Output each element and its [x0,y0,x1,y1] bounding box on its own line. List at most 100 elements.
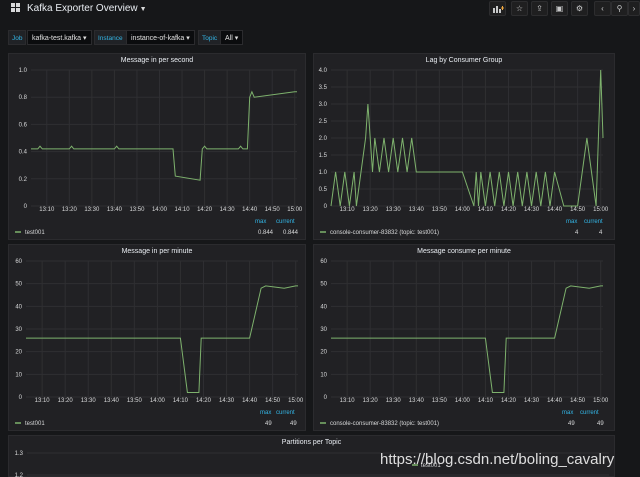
x-tick-label: 14:00 [150,398,166,404]
y-tick-label: 1.0 [319,170,328,176]
chevron-down-icon: ▾ [186,35,190,42]
legend-series-name[interactable]: test001 [25,421,45,427]
x-tick-label: 14:20 [197,207,213,213]
legend-max-value: 4 [575,230,579,236]
job-variable-label: Job [8,30,27,45]
dashboard-title[interactable]: Kafka Exporter Overview ▼ [27,3,147,14]
y-tick-label: 50 [320,282,327,288]
x-tick-label: 13:10 [340,398,356,404]
legend-max-header[interactable]: max [566,219,577,225]
y-tick-label: 0 [324,204,328,210]
chart-message-consume-per-minute: 0 10 20 30 40 50 60 13:10 13:20 13:30 13:40 13:50 14… [320,259,609,427]
y-tick-label: 3.0 [319,102,328,108]
legend-max-header[interactable]: max [260,410,271,416]
x-tick-label: 15:00 [287,207,303,213]
x-tick-label: 14:20 [501,398,517,404]
y-tick-label: 50 [15,282,22,288]
y-tick-label: 1.5 [319,153,328,159]
y-tick-label: 10 [15,372,22,378]
legend-max-header[interactable]: max [562,410,573,416]
x-tick-label: 14:30 [524,207,540,213]
instance-variable-value: instance-of-kafka [131,35,185,42]
y-tick-label: 0 [19,395,23,401]
legend-current-value: 0.844 [283,230,299,236]
job-variable-select[interactable]: kafka-test.kafka ▾ [27,30,92,45]
legend-current-value: 49 [597,421,604,427]
forward-icon: › [632,4,636,13]
y-tick-label: 0 [24,204,28,210]
y-tick-label: 40 [320,304,327,310]
add-panel-button[interactable] [489,1,506,16]
chart-lag-by-consumer-group: 0 0.5 1.0 1.5 2.0 2.5 3.0 3.5 4.0 13:10 13:20 13:30… [319,68,609,236]
panel-message-in-per-minute[interactable]: Message in per minute 0 10 20 30 40 50 60 13:10… [8,244,306,431]
chart-message-in-per-minute: 0 10 20 30 40 50 60 13:10 13:20 13:30 13:40 13:50 14… [15,259,304,427]
dashboards-grid-icon[interactable] [11,3,21,13]
legend-current-header[interactable]: current [584,219,603,225]
x-tick-label: 14:50 [265,398,281,404]
y-tick-label: 60 [15,259,22,265]
x-tick-label: 13:30 [386,398,402,404]
y-tick-label: 20 [320,350,327,356]
zoom-out-icon: ⚲ [616,4,623,13]
zoom-out-button[interactable]: ⚲ [611,1,628,16]
legend-max-header[interactable]: max [255,219,266,225]
chevron-down-icon: ▾ [234,35,239,42]
x-tick-label: 13:50 [432,398,448,404]
x-tick-label: 13:30 [84,207,100,213]
series-line [331,285,603,393]
y-tick-label: 0.5 [319,187,328,193]
top-navbar: Kafka Exporter Overview ▼ ☆ ⇪ ▣ ⚙ ‹ ⚲ › [0,0,640,20]
y-tick-label: 0.6 [19,122,28,128]
x-tick-label: 13:20 [62,207,78,213]
y-tick-label: 0.2 [19,177,28,183]
x-tick-label: 14:40 [547,207,563,213]
time-back-button[interactable]: ‹ [594,1,611,16]
settings-icon: ⚙ [575,4,584,13]
x-tick-label: 14:50 [570,207,586,213]
add-panel-icon [493,6,504,13]
panel-lag-by-consumer-group[interactable]: Lag by Consumer Group 0 0.5 1.0 1.5 2.0 2.5 3.… [313,53,615,240]
save-button[interactable]: ▣ [551,1,568,16]
x-tick-label: 13:40 [104,398,120,404]
x-tick-label: 14:40 [242,207,258,213]
y-tick-label: 30 [320,327,327,333]
legend-series-name[interactable]: console-consumer-83832 (topic: test001) [330,421,439,427]
legend-max-value: 0.844 [258,230,274,236]
instance-variable-select[interactable]: instance-of-kafka ▾ [126,30,195,45]
legend-series-name[interactable]: console-consumer-83832 (topic: test001) [330,230,439,236]
share-icon: ⇪ [536,4,543,13]
x-tick-label: 15:00 [288,398,304,404]
legend-current-header[interactable]: current [276,219,295,225]
legend-current-value: 4 [599,230,603,236]
y-tick-label: 1.0 [19,68,28,74]
chevron-down-icon: ▼ [139,6,147,13]
watermark-text: https://blog.csdn.net/boling_cavalry [380,451,615,468]
series-line [26,285,298,393]
y-tick-label: 20 [15,350,22,356]
x-tick-label: 14:50 [570,398,586,404]
x-tick-label: 14:00 [152,207,168,213]
panel-message-consume-per-minute[interactable]: Message consume per minute 0 10 20 30 40 50 60… [313,244,615,431]
star-button[interactable]: ☆ [511,1,528,16]
legend-current-header[interactable]: current [276,410,295,416]
legend-current-header[interactable]: current [580,410,599,416]
series-line [31,90,297,181]
y-tick-label: 4.0 [319,68,328,74]
topic-variable-select[interactable]: All ▾ [220,30,244,45]
topic-variable-label: Topic [198,30,222,45]
panel-message-in-per-second[interactable]: Message in per second 0 0.2 0.4 0.6 0.8 1.0 13… [8,53,306,240]
save-icon: ▣ [555,4,564,13]
legend-series-name[interactable]: test001 [25,230,45,236]
x-tick-label: 15:00 [593,398,609,404]
x-tick-label: 13:30 [386,207,402,213]
share-button[interactable]: ⇪ [531,1,548,16]
x-tick-label: 14:10 [478,398,494,404]
settings-button[interactable]: ⚙ [571,1,588,16]
x-tick-label: 14:40 [242,398,258,404]
time-forward-button[interactable]: › [628,1,640,16]
y-tick-label: 1.2 [15,473,24,477]
x-tick-label: 13:10 [39,207,55,213]
y-tick-label: 2.0 [319,136,328,142]
back-icon: ‹ [601,4,604,13]
x-tick-label: 13:20 [363,207,379,213]
